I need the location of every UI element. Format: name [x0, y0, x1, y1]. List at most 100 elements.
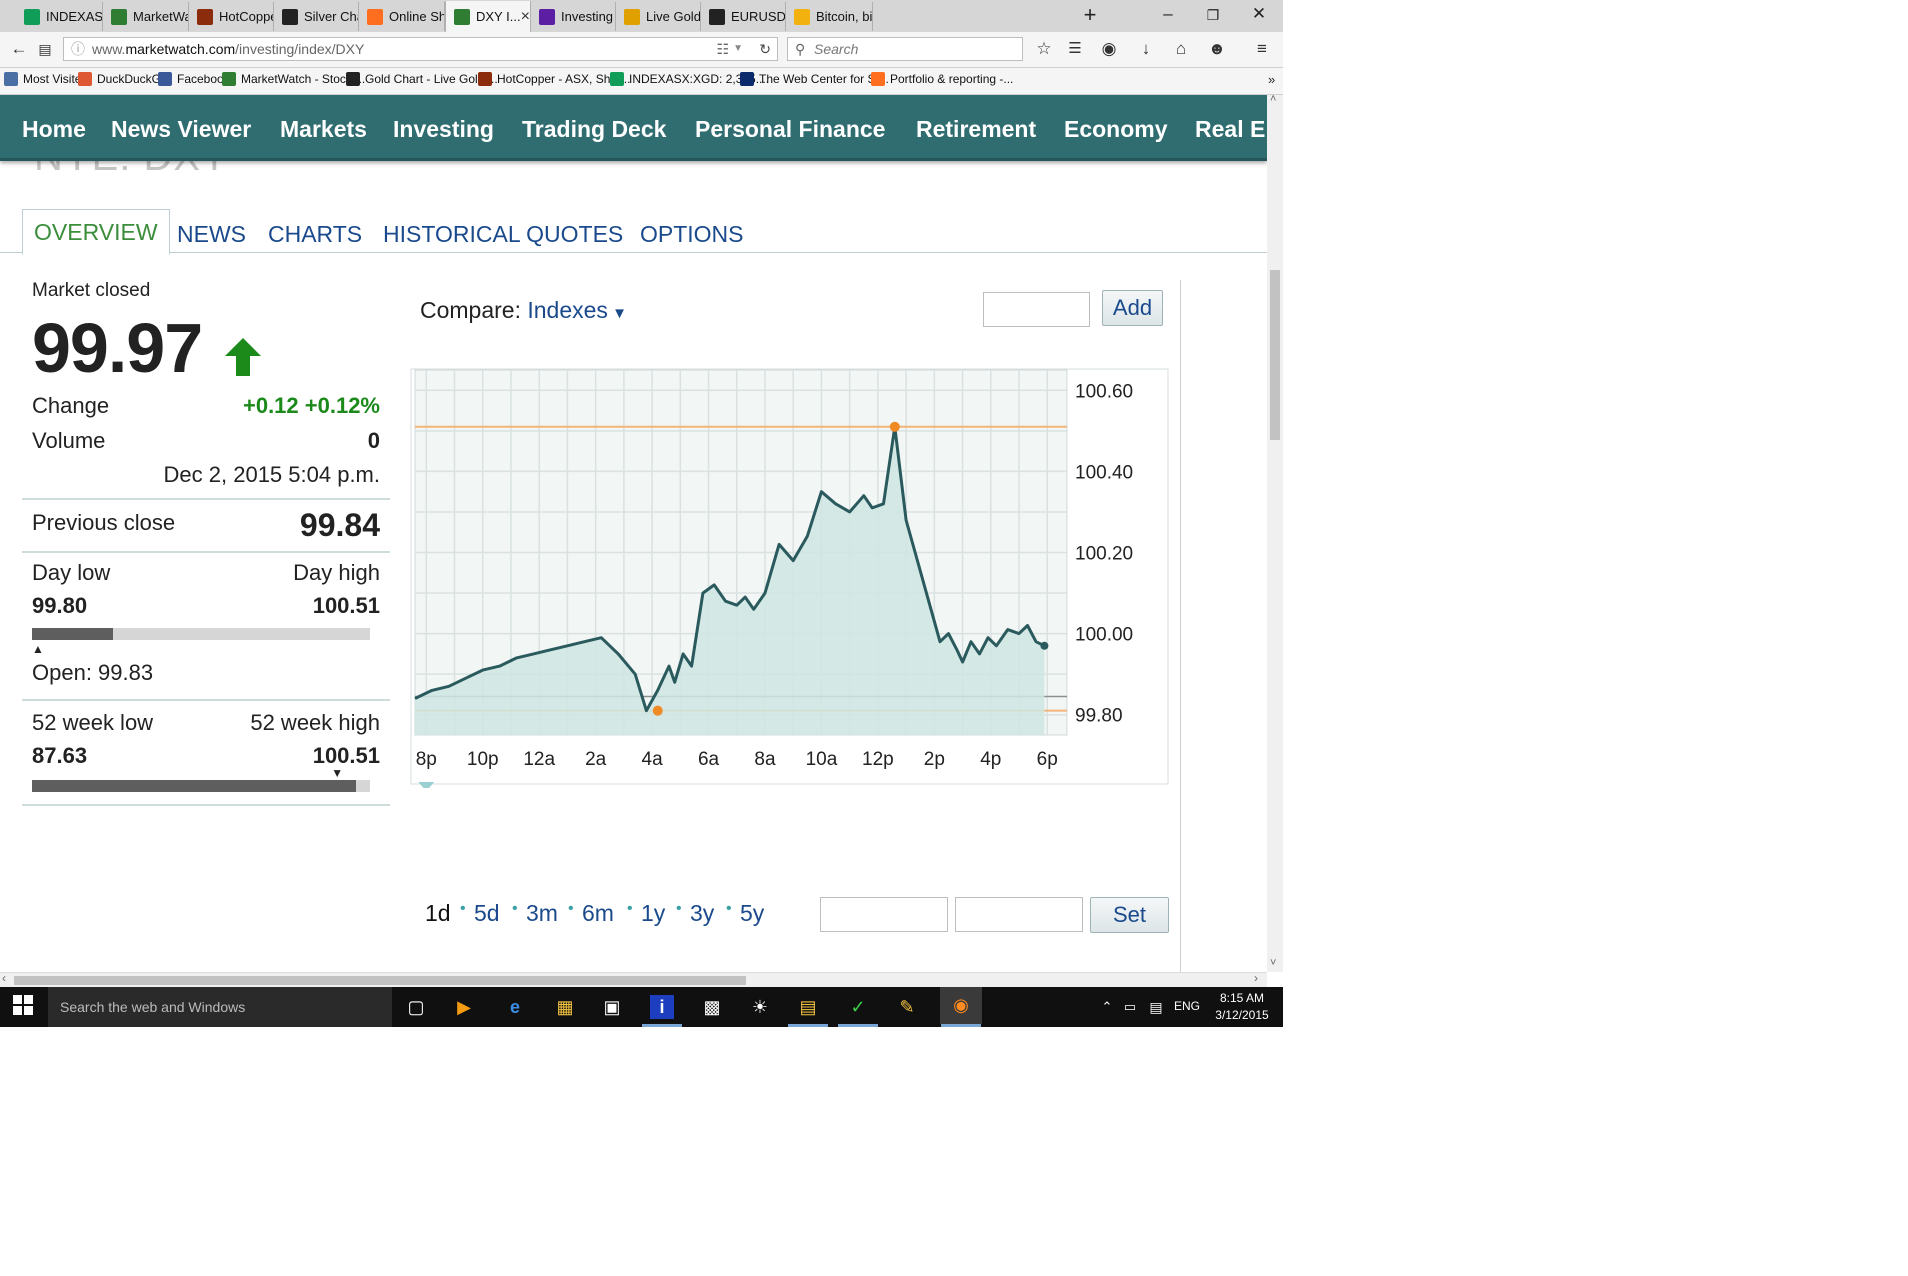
bookmark-star-icon[interactable]: ☆ — [1032, 39, 1056, 59]
add-button[interactable]: Add — [1102, 290, 1163, 326]
tab-options[interactable]: OPTIONS — [640, 215, 744, 253]
range-1y[interactable]: 1y — [641, 900, 665, 927]
restore-icon[interactable]: ❐ — [1193, 7, 1233, 24]
range-1d[interactable]: 1d — [425, 900, 451, 927]
tab-5[interactable]: Online Sh... — [359, 2, 445, 31]
nav-item-personal-finance[interactable]: Personal Finance — [695, 116, 885, 143]
set-button[interactable]: Set — [1090, 897, 1169, 933]
reader-icon[interactable]: ▤ — [33, 41, 57, 58]
firefox-icon[interactable]: ◉ — [940, 987, 982, 1024]
back-icon[interactable]: ← — [7, 39, 31, 59]
dropdown-arrow-icon[interactable]: ▼ — [733, 38, 743, 60]
tab-1[interactable]: INDEXASX... — [16, 2, 103, 31]
vertical-scroll-thumb[interactable] — [1270, 270, 1280, 440]
tab-news[interactable]: NEWS — [177, 215, 246, 253]
horizontal-scrollbar[interactable]: ‹ › — [0, 971, 1267, 987]
tab-4[interactable]: Silver Char... — [274, 2, 359, 31]
range-5y[interactable]: 5y — [740, 900, 764, 927]
paint-icon[interactable]: ☀ — [748, 995, 772, 1019]
range-6m[interactable]: 6m — [582, 900, 614, 927]
x-tick-label: 10a — [806, 749, 838, 770]
clock-date: 3/12/2015 — [1215, 1008, 1269, 1022]
bookmark-item[interactable]: HotCopper - ASX, Shar... — [478, 72, 630, 86]
search-input[interactable]: ⚲ Search — [787, 37, 1023, 61]
minimize-icon[interactable]: – — [1148, 4, 1188, 24]
tab-6[interactable]: DXY I... × — [445, 1, 531, 32]
tab-charts[interactable]: CHARTS — [268, 215, 362, 253]
tab-overview[interactable]: OVERVIEW — [22, 209, 170, 255]
notification-icon[interactable]: ▤ — [1144, 995, 1168, 1019]
range-5d[interactable]: 5d — [474, 900, 500, 927]
tab-historical-quotes[interactable]: HISTORICAL QUOTES — [383, 215, 623, 253]
tab-3[interactable]: HotCoppe... — [189, 2, 274, 31]
bookmark-item[interactable]: Gold Chart - Live Gold ... — [346, 72, 498, 86]
scroll-right-icon[interactable]: › — [1254, 971, 1258, 985]
end-date-input[interactable] — [955, 897, 1083, 932]
compare-dropdown[interactable]: Indexes ▼ — [527, 297, 627, 323]
pocket-icon[interactable]: ◉ — [1097, 39, 1121, 59]
bookmarks-overflow-button[interactable]: » — [1268, 72, 1275, 87]
range-3y[interactable]: 3y — [690, 900, 714, 927]
bookmark-item[interactable]: MarketWatch - Stock ... — [222, 72, 365, 86]
range-3m[interactable]: 3m — [526, 900, 558, 927]
nav-item-investing[interactable]: Investing — [393, 116, 494, 143]
language-indicator[interactable]: ENG — [1174, 999, 1200, 1013]
site-info-icon[interactable]: ⓘ — [71, 38, 85, 60]
new-tab-button[interactable]: + — [1070, 2, 1110, 28]
horizontal-scroll-thumb[interactable] — [14, 976, 746, 985]
battery-icon[interactable]: ▭ — [1118, 995, 1142, 1019]
tab-7[interactable]: Investing -... — [531, 2, 616, 31]
bookmark-item[interactable]: The Web Center for St... — [740, 72, 889, 86]
compare-symbol-input[interactable] — [983, 292, 1090, 327]
nav-item-trading-deck[interactable]: Trading Deck — [522, 116, 666, 143]
edge-icon[interactable]: e — [503, 995, 527, 1019]
windows-start-icon[interactable] — [11, 995, 35, 1019]
photos-app-icon[interactable]: ▩ — [700, 995, 724, 1019]
download-icon[interactable]: ↓ — [1134, 39, 1158, 59]
media-player-icon[interactable]: ▶ — [452, 995, 476, 1019]
scroll-left-icon[interactable]: ‹ — [2, 971, 6, 985]
home-icon[interactable]: ⌂ — [1169, 39, 1193, 59]
menu-icon[interactable]: ≡ — [1250, 39, 1274, 59]
nav-item-economy[interactable]: Economy — [1064, 116, 1168, 143]
notes-app-icon[interactable]: ✎ — [895, 995, 919, 1019]
close-window-icon[interactable]: ✕ — [1239, 4, 1279, 24]
bookmark-item[interactable]: DuckDuckGo — [78, 72, 168, 86]
folder-app-icon[interactable]: ▤ — [796, 995, 820, 1019]
bookmark-item[interactable]: Most Visited — [4, 72, 88, 86]
tray-overflow-icon[interactable]: ⌃ — [1095, 995, 1119, 1019]
tab-close-icon[interactable]: × — [521, 8, 530, 26]
y-tick-label: 100.40 — [1075, 462, 1133, 483]
scroll-down-icon[interactable]: ˅ — [1270, 957, 1276, 969]
tab-2[interactable]: MarketWa... — [103, 2, 189, 31]
extreme-marker — [652, 705, 663, 716]
start-date-input[interactable] — [820, 897, 948, 932]
clock[interactable]: 8:15 AM 3/12/2015 — [1212, 990, 1272, 1024]
notepad-check-icon[interactable]: ✓ — [846, 995, 870, 1019]
nav-item-real-e[interactable]: Real E — [1195, 116, 1265, 143]
nav-item-news-viewer[interactable]: News Viewer — [111, 116, 251, 143]
task-view-icon[interactable]: ▢ — [404, 995, 428, 1019]
reload-icon[interactable]: ↻ — [759, 38, 771, 60]
marketwatch-icon — [222, 72, 236, 86]
url-bar[interactable]: ⓘ www.marketwatch.com/investing/index/DX… — [63, 37, 778, 61]
scroll-up-icon[interactable]: ˄ — [1270, 93, 1276, 105]
clock-time: 8:15 AM — [1219, 991, 1265, 1005]
bookmarks-list-icon[interactable]: ☰ — [1063, 39, 1087, 57]
vertical-scrollbar[interactable]: ˄ ˅ — [1267, 93, 1283, 972]
taskbar-search-input[interactable]: Search the web and Windows — [48, 987, 392, 1027]
reader-view-icon[interactable]: ☷ — [716, 38, 729, 60]
bookmark-item[interactable]: Facebook — [158, 72, 230, 86]
chat-icon[interactable]: ☻ — [1205, 39, 1229, 59]
tab-8[interactable]: Live Gold ... — [616, 2, 701, 31]
nav-item-retirement[interactable]: Retirement — [916, 116, 1036, 143]
store-icon[interactable]: ▣ — [600, 995, 624, 1019]
price-chart[interactable]: 100.60 100.40 100.20 100.00 99.80 8p 10p 12a 2a 4… — [410, 368, 1170, 788]
nav-item-home[interactable]: Home — [22, 116, 86, 143]
file-explorer-icon[interactable]: ▦ — [553, 995, 577, 1019]
tab-10[interactable]: Bitcoin, bi... — [786, 2, 873, 31]
tab-9[interactable]: EURUSD C... — [701, 2, 786, 31]
info-app-icon[interactable]: i — [650, 995, 674, 1019]
bookmark-item[interactable]: Portfolio & reporting -... — [871, 72, 1013, 86]
nav-item-markets[interactable]: Markets — [280, 116, 367, 143]
